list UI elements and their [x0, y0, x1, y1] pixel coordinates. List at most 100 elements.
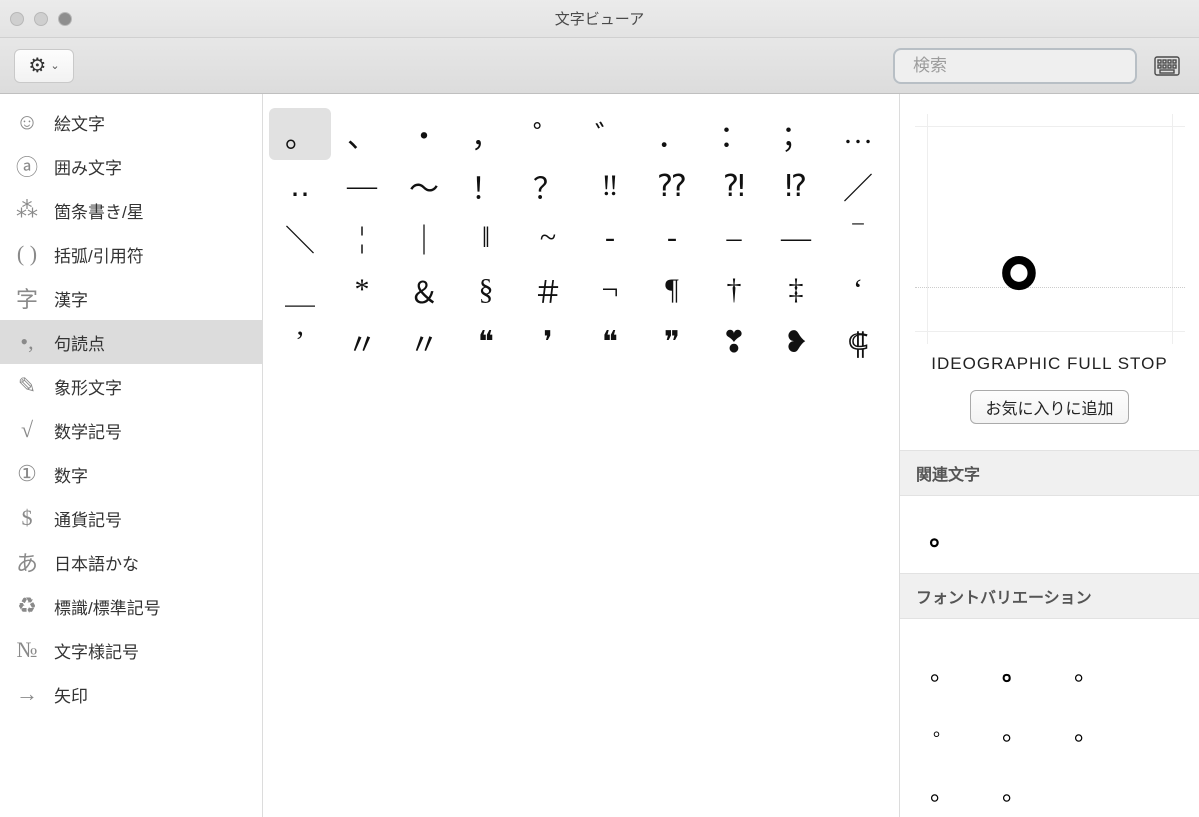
character-cell[interactable]: §	[455, 264, 517, 316]
font-variation[interactable]: 。	[978, 639, 1050, 699]
character-cell[interactable]: ‡	[765, 264, 827, 316]
character-cell[interactable]: ／	[827, 160, 889, 212]
character-cell[interactable]: 〜	[393, 160, 455, 212]
character-cell[interactable]: ❝	[579, 316, 641, 368]
character-cell[interactable]: ，	[455, 108, 517, 160]
character-cell[interactable]: ⁈	[703, 160, 765, 212]
sidebar-item-icon: ( )	[14, 241, 40, 267]
character-cell[interactable]: ＆	[393, 264, 455, 316]
character-cell[interactable]: ‐	[579, 212, 641, 264]
character-cell[interactable]: —	[331, 160, 393, 212]
character-grid-scroll[interactable]: 。、・，゜゛．：；…‥—〜！？‼⁇⁈⁉／＼¦｜‖~‐-–—‾＿*＆§＃¬¶†‡‘…	[263, 94, 899, 817]
sidebar-item[interactable]: ( )括弧/引用符	[0, 232, 262, 276]
keyboard-viewer-button[interactable]	[1149, 51, 1185, 81]
character-cell[interactable]: ‾	[827, 212, 889, 264]
character-cell[interactable]: ？	[517, 160, 579, 212]
character-cell[interactable]: ＿	[269, 264, 331, 316]
character-cell[interactable]: ‼	[579, 160, 641, 212]
character-cell[interactable]: *	[331, 264, 393, 316]
sidebar-item[interactable]: →矢印	[0, 672, 262, 716]
character-cell[interactable]: ¬	[579, 264, 641, 316]
sidebar-item-icon: ⓐ	[14, 150, 40, 182]
gear-icon: ⚙︎	[28, 56, 46, 76]
sidebar-item-label: 日本語かな	[54, 550, 139, 575]
character-cell[interactable]: ❥	[765, 316, 827, 368]
settings-menu-button[interactable]: ⚙︎ ⌄	[14, 49, 74, 83]
sidebar-item-icon: №	[14, 637, 40, 663]
character-cell[interactable]: 。	[269, 108, 331, 160]
font-variation[interactable]: 。	[978, 699, 1050, 759]
character-cell[interactable]: ’	[269, 316, 331, 368]
font-variation[interactable]: 。	[1050, 639, 1122, 699]
font-variation[interactable]: 。	[906, 639, 978, 699]
character-cell[interactable]: ｜	[393, 212, 455, 264]
sidebar-item[interactable]: № 文字様記号	[0, 628, 262, 672]
search-input[interactable]	[913, 56, 1134, 76]
character-cell[interactable]: ゜	[517, 108, 579, 160]
sidebar-item[interactable]: •,句読点	[0, 320, 262, 364]
character-cell[interactable]: ＃	[517, 264, 579, 316]
sidebar-item-label: 絵文字	[54, 110, 105, 135]
character-cell[interactable]: ；	[765, 108, 827, 160]
related-character[interactable]: ｡	[916, 516, 956, 553]
sidebar-item-icon: あ	[14, 546, 40, 578]
character-cell[interactable]: ・	[393, 108, 455, 160]
glyph-preview: 。	[900, 94, 1199, 344]
character-cell[interactable]: ⸿	[827, 316, 889, 368]
sidebar-item[interactable]: ☺絵文字	[0, 100, 262, 144]
character-cell[interactable]: ‥	[269, 160, 331, 212]
character-cell[interactable]: ゛	[579, 108, 641, 160]
character-cell[interactable]: ！	[455, 160, 517, 212]
character-cell[interactable]: ‖	[455, 212, 517, 264]
character-cell[interactable]: ❣	[703, 316, 765, 368]
font-variations: 。。。。。。。。	[900, 619, 1199, 817]
related-heading: 関連文字	[900, 450, 1199, 496]
sidebar-item-icon: ✎	[14, 373, 40, 399]
character-cell[interactable]: ❝	[455, 316, 517, 368]
character-cell[interactable]: 〃	[331, 316, 393, 368]
sidebar-item-icon: 字	[14, 282, 40, 314]
character-cell[interactable]: ⁉	[765, 160, 827, 212]
character-cell[interactable]: -	[641, 212, 703, 264]
sidebar-item[interactable]: ①数字	[0, 452, 262, 496]
character-cell[interactable]: ‘	[827, 264, 889, 316]
character-cell[interactable]: †	[703, 264, 765, 316]
font-variation[interactable]: 。	[978, 759, 1050, 817]
character-cell[interactable]: 、	[331, 108, 393, 160]
sidebar-item[interactable]: √数学記号	[0, 408, 262, 452]
sidebar-item[interactable]: $通貨記号	[0, 496, 262, 540]
character-cell[interactable]: ¶	[641, 264, 703, 316]
font-variation[interactable]: 。	[906, 699, 978, 759]
chevron-down-icon: ⌄	[50, 59, 59, 72]
keyboard-icon	[1154, 56, 1180, 76]
sidebar-item-label: 文字様記号	[54, 638, 139, 663]
character-cell[interactable]: ❞	[641, 316, 703, 368]
category-sidebar[interactable]: ☺絵文字ⓐ囲み文字⁂箇条書き/星( )括弧/引用符字漢字•,句読点 ✎ 象形文字 √数…	[0, 94, 263, 817]
font-variation[interactable]: 。	[1050, 699, 1122, 759]
character-cell[interactable]: ~	[517, 212, 579, 264]
sidebar-item-label: 象形文字	[54, 374, 122, 399]
character-cell[interactable]: ＼	[269, 212, 331, 264]
sidebar-item[interactable]: ⁂箇条書き/星	[0, 188, 262, 232]
character-cell[interactable]: —	[765, 212, 827, 264]
sidebar-item[interactable]: ♻標識/標準記号	[0, 584, 262, 628]
character-cell[interactable]: ⁇	[641, 160, 703, 212]
sidebar-item-icon: ①	[14, 461, 40, 487]
sidebar-item[interactable]: あ日本語かな	[0, 540, 262, 584]
sidebar-item-label: 数学記号	[54, 418, 122, 443]
character-cell[interactable]: ¦	[331, 212, 393, 264]
sidebar-item[interactable]: ⓐ囲み文字	[0, 144, 262, 188]
character-cell[interactable]: ．	[641, 108, 703, 160]
sidebar-item[interactable]: ✎ 象形文字	[0, 364, 262, 408]
preview-glyph: 。	[1000, 199, 1100, 299]
add-favorite-button[interactable]: お気に入りに追加	[970, 390, 1128, 424]
character-cell[interactable]: –	[703, 212, 765, 264]
search-field[interactable]	[893, 48, 1137, 84]
font-variation[interactable]: 。	[906, 759, 978, 817]
sidebar-item[interactable]: 字漢字	[0, 276, 262, 320]
character-cell[interactable]: ：	[703, 108, 765, 160]
character-cell[interactable]: …	[827, 108, 889, 160]
sidebar-item-label: 句読点	[54, 330, 105, 355]
character-cell[interactable]: 〃	[393, 316, 455, 368]
character-cell[interactable]: ❜	[517, 316, 579, 368]
